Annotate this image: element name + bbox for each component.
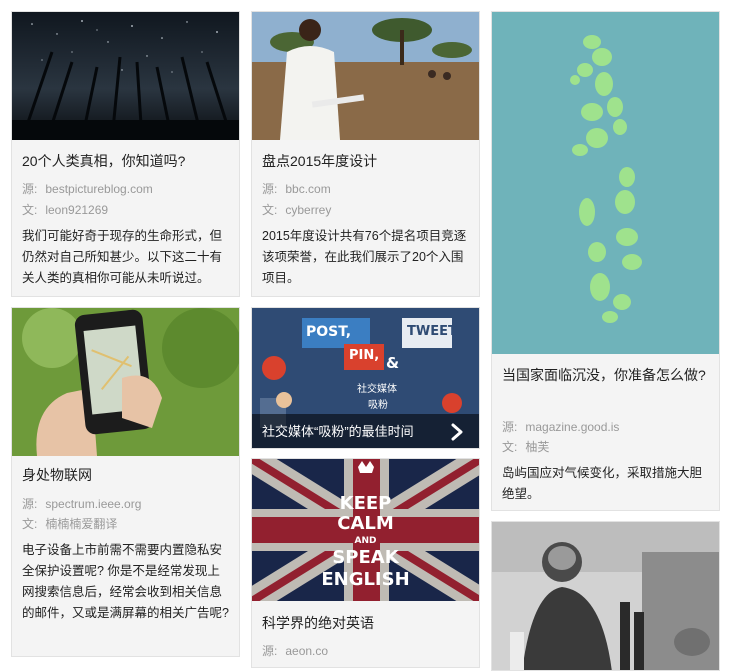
article-card-science-english[interactable]: KEEP CALM AND SPEAK ENGLISH 科学界的绝对英语 源: a…	[251, 458, 480, 668]
source-value: bestpictureblog.com	[45, 182, 153, 196]
poster-tweet-text: TWEET	[407, 324, 457, 339]
article-card-human-truths[interactable]: 20个人类真相，你知道吗? 源: bestpictureblog.com 文: le…	[11, 11, 240, 297]
card-title[interactable]: 科学界的绝对英语	[262, 612, 469, 634]
poster-social-text: 社交媒体	[357, 384, 397, 395]
chevron-right-icon[interactable]	[447, 422, 467, 442]
source-value: magazine.good.is	[525, 420, 620, 434]
article-card-design-2015[interactable]: 盘点2015年度设计 源: bbc.com 文: cyberrey 2015年度设计…	[251, 11, 480, 297]
card-description: 电子设备上市前需不需要内置隐私安全保护设置呢? 你是不是经常发现上网搜索信息后，…	[22, 543, 229, 620]
source-label: 源:	[262, 644, 278, 658]
author-label: 文:	[262, 203, 278, 217]
source-label: 源:	[502, 420, 518, 434]
author-line: 文: 楠楠楠爱翻译	[22, 514, 229, 534]
author-label: 文:	[22, 203, 38, 217]
card-description: 我们可能好奇于现存的生命形式，但仍然对自己所知甚少。以下这二十有关人类的真相你可…	[22, 229, 223, 285]
author-line: 文: 柚芙	[502, 437, 709, 457]
source-line: 源: bbc.com	[262, 179, 469, 199]
card-title[interactable]: 20个人类真相，你知道吗?	[22, 150, 229, 172]
author-value: leon921269	[45, 203, 109, 217]
smartphone-image[interactable]	[12, 308, 239, 456]
author-label: 文:	[502, 440, 518, 454]
author-line: 文: cyberrey	[262, 200, 469, 220]
article-card-iot[interactable]: 身处物联网 源: spectrum.ieee.org 文: 楠楠楠爱翻译 电子设备上…	[11, 307, 240, 657]
card-description: 岛屿国应对气候变化，采取措施大胆绝望。	[502, 466, 703, 501]
source-label: 源:	[22, 182, 38, 196]
poster-pin-text: PIN,	[349, 348, 380, 363]
poster-line-english: ENGLISH	[321, 569, 410, 590]
source-value: bbc.com	[285, 182, 331, 196]
article-card-sinking-nation[interactable]: 当国家面临沉没，你准备怎么做? 源: magazine.good.is 文: 柚芙 …	[491, 11, 720, 511]
source-line: 源: bestpictureblog.com	[22, 179, 229, 199]
card-title-overlay[interactable]: 社交媒体“吸粉”的最佳时间	[252, 414, 479, 448]
island-map-image[interactable]	[492, 12, 719, 354]
card-title[interactable]: 盘点2015年度设计	[262, 150, 469, 172]
card-title[interactable]: 身处物联网	[22, 464, 229, 486]
source-label: 源:	[262, 182, 278, 196]
source-line: 源: aeon.co	[262, 641, 469, 661]
author-value: cyberrey	[285, 203, 332, 217]
source-label: 源:	[22, 497, 38, 511]
keep-calm-flag-image[interactable]: KEEP CALM AND SPEAK ENGLISH	[252, 459, 479, 601]
card-title: 社交媒体“吸粉”的最佳时间	[262, 424, 414, 439]
poster-line-speak: SPEAK	[332, 547, 399, 568]
poster-line-calm: CALM	[337, 513, 394, 534]
card-description: 2015年度设计共有76个提名项目竞逐该项荣誉，在此我们展示了20个入围项目。	[262, 229, 467, 285]
poster-post-text: POST,	[306, 324, 352, 340]
article-card-social-media-timing[interactable]: POST, PIN, & TWEET 社交媒体 吸粉 社交媒体“吸粉”的最佳时间	[251, 307, 480, 449]
poster-line-and: AND	[354, 536, 377, 546]
article-card-photo-man[interactable]	[491, 521, 720, 671]
poster-amp-text: &	[386, 354, 400, 372]
man-portrait-image[interactable]	[492, 522, 719, 670]
social-media-poster-image[interactable]: POST, PIN, & TWEET 社交媒体 吸粉 社交媒体“吸粉”的最佳时间	[252, 308, 479, 448]
author-line: 文: leon921269	[22, 200, 229, 220]
source-value: spectrum.ieee.org	[45, 497, 142, 511]
author-value: 楠楠楠爱翻译	[45, 517, 118, 531]
night-forest-image[interactable]	[12, 12, 239, 140]
author-label: 文:	[22, 517, 38, 531]
source-line: 源: spectrum.ieee.org	[22, 494, 229, 514]
source-value: aeon.co	[285, 644, 329, 658]
source-line: 源: magazine.good.is	[502, 417, 709, 437]
design-photo-image[interactable]	[252, 12, 479, 140]
author-value: 柚芙	[525, 440, 550, 454]
poster-line-keep: KEEP	[339, 493, 392, 514]
card-title[interactable]: 当国家面临沉没，你准备怎么做?	[502, 364, 709, 386]
poster-fans-text: 吸粉	[368, 400, 388, 411]
